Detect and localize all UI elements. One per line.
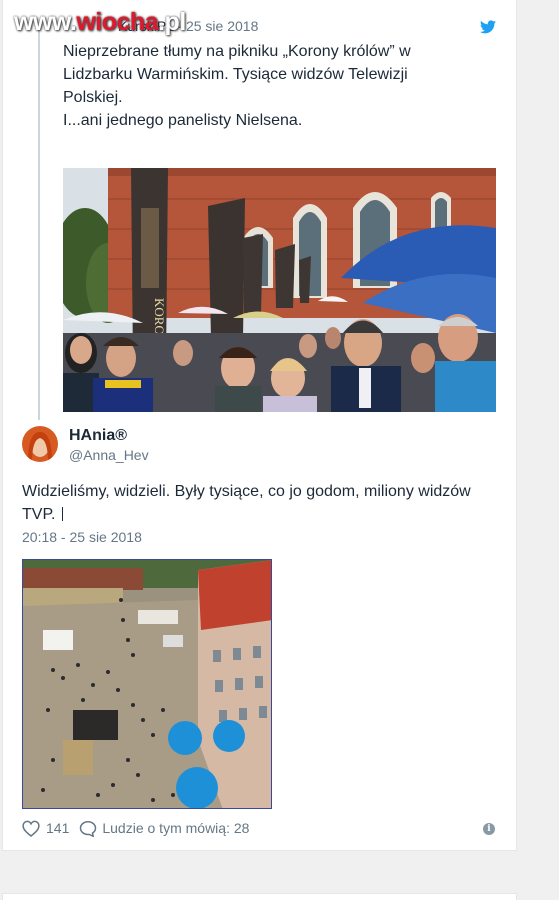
quoted-tweet-text: Nieprzebrane tłumy na pikniku „Korony kr… [63, 43, 411, 129]
tweet-actions: 141 Ludzie o tym mówią: 28 [22, 818, 249, 838]
quoted-tweet-photo[interactable]: KORONA KRÓLÓW [63, 168, 496, 412]
heart-icon[interactable] [22, 820, 40, 837]
watermark-logo: www.wiocha.pl [14, 8, 186, 36]
next-tweet-card [2, 893, 517, 900]
quoted-tweet-date[interactable]: 25 sie 2018 [186, 18, 258, 34]
reply-photo[interactable] [22, 559, 272, 809]
info-icon[interactable]: i [483, 823, 495, 835]
speech-bubble-icon[interactable] [79, 820, 97, 837]
text-caret [61, 507, 63, 521]
people-talking-link[interactable]: Ludzie o tym mówią: 28 [102, 820, 249, 836]
avatar[interactable] [22, 426, 58, 462]
reply-author-handle[interactable]: @Anna_Hev [69, 447, 149, 463]
like-count[interactable]: 141 [46, 820, 69, 836]
reply-timestamp[interactable]: 20:18 - 25 sie 2018 [22, 529, 142, 545]
thread-connector-line [38, 24, 40, 420]
reply-tweet-text: Widzieliśmy, widzieli. Były tysiące, co … [22, 483, 471, 523]
reply-author-name[interactable]: HAnia® [69, 427, 127, 445]
twitter-bird-icon[interactable] [480, 20, 496, 34]
